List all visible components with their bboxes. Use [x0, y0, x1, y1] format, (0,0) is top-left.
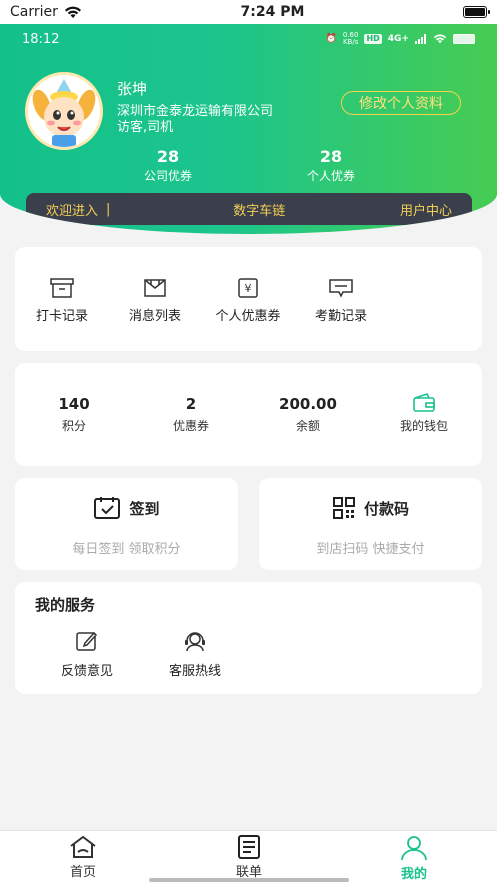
services-title: 我的服务	[35, 596, 96, 614]
android-status-icons: ⏰ 0.60 KB/s HD 4G+	[326, 32, 475, 46]
paycode-title: 付款码	[363, 499, 409, 518]
checkin-title-row: 签到	[15, 496, 238, 520]
battery-icon	[463, 6, 490, 18]
envelope-box-icon	[144, 279, 166, 297]
android-time: 18:12	[22, 31, 60, 47]
android-battery-icon	[453, 34, 475, 44]
personal-coupon-stat[interactable]: 28 个人优券	[281, 147, 381, 184]
user-role: 访客,司机	[117, 120, 174, 135]
coupons-label: 优惠券	[172, 419, 209, 433]
tab-orders[interactable]: 联单	[209, 835, 289, 880]
coupons-value: 2	[185, 395, 197, 413]
wallet-button[interactable]: 我的钱包	[374, 393, 474, 434]
services-card: 我的服务 反馈意见 客服热线	[15, 582, 482, 694]
quick-action-label: 个人优惠券	[215, 309, 281, 324]
person-icon	[401, 836, 427, 861]
net-speed: 0.60 KB/s	[342, 31, 359, 46]
qr-code-icon	[332, 497, 355, 519]
tab-label: 首页	[69, 865, 96, 880]
paycode-card[interactable]: 付款码 到店扫码 快捷支付	[259, 478, 482, 570]
service-label: 反馈意见	[60, 664, 113, 679]
carrier-label: Carrier	[10, 4, 58, 20]
hd-icon: HD	[364, 34, 382, 44]
net-type: 4G+	[387, 34, 409, 44]
cartoon-avatar-icon	[28, 75, 100, 147]
quick-action-label: 消息列表	[128, 309, 181, 324]
paycode-title-row: 付款码	[259, 496, 482, 520]
quick-actions-card: 打卡记录 消息列表 ¥ 个人优惠券 考勤记录	[15, 247, 482, 351]
android-status-bar: 18:12 ⏰ 0.60 KB/s HD 4G+	[0, 24, 497, 54]
user-center-text: 用户中心	[399, 203, 452, 219]
company-coupon-label: 公司优券	[143, 169, 192, 183]
edit-icon	[76, 631, 98, 651]
checkin-title: 签到	[129, 499, 160, 518]
welcome-text: 欢迎进入	[46, 203, 99, 219]
quick-action-attendance[interactable]: 考勤记录	[296, 277, 386, 324]
quick-action-messages[interactable]: 消息列表	[110, 277, 200, 324]
balance-stat[interactable]: 200.00 余额	[258, 395, 358, 434]
tab-home[interactable]: 首页	[43, 835, 123, 880]
alarm-icon: ⏰	[325, 34, 337, 44]
quick-action-personal-coupons[interactable]: ¥ 个人优惠券	[203, 277, 293, 324]
paycode-subtitle: 到店扫码 快捷支付	[316, 542, 425, 557]
tab-label: 我的	[400, 867, 427, 882]
headset-icon	[185, 632, 205, 652]
quick-action-label: 打卡记录	[35, 309, 88, 324]
brand-text: 数字车链	[233, 203, 286, 219]
checkin-card[interactable]: 签到 每日签到 领取积分	[15, 478, 238, 570]
coupons-stat[interactable]: 2 优惠券	[141, 395, 241, 434]
bottom-tab-bar: 首页 联单 我的	[0, 830, 497, 883]
android-wifi-icon	[433, 34, 447, 44]
service-label: 客服热线	[168, 664, 221, 679]
balance-value: 200.00	[279, 395, 337, 413]
calendar-check-icon	[94, 497, 121, 519]
ios-status-left: Carrier	[10, 4, 82, 20]
document-icon	[238, 835, 260, 859]
assets-card: 140 积分 2 优惠券 200.00 余额 我的钱包	[15, 363, 482, 466]
quick-action-label: 考勤记录	[314, 309, 367, 324]
ios-status-bar: Carrier 7:24 PM	[0, 0, 497, 24]
message-icon	[329, 279, 353, 298]
ios-time: 7:24 PM	[240, 4, 305, 20]
balance-label: 余额	[295, 419, 320, 433]
company-coupon-stat[interactable]: 28 公司优券	[118, 147, 218, 184]
company-coupon-count: 28	[156, 147, 180, 166]
edit-profile-button[interactable]: 修改个人资料	[341, 91, 461, 115]
home-icon	[70, 835, 96, 858]
welcome-bar[interactable]: 欢迎进入 | 数字车链 用户中心	[26, 193, 472, 225]
signal-icon	[415, 34, 426, 44]
service-feedback[interactable]: 反馈意见	[42, 630, 132, 679]
coupon-icon: ¥	[238, 278, 258, 298]
personal-coupon-label: 个人优券	[306, 169, 355, 183]
home-indicator	[149, 878, 349, 882]
points-label: 积分	[61, 419, 86, 433]
profile-header: 18:12 ⏰ 0.60 KB/s HD 4G+ 张坤 深圳市金泰龙运输有限公司…	[0, 24, 497, 234]
wallet-icon	[413, 393, 435, 412]
avatar[interactable]	[25, 72, 103, 150]
welcome-separator: |	[106, 201, 111, 217]
tab-mine[interactable]: 我的	[374, 835, 454, 882]
archive-box-icon	[50, 278, 74, 298]
service-hotline[interactable]: 客服热线	[150, 630, 240, 679]
svg-text:¥: ¥	[245, 282, 252, 295]
quick-action-checkin-records[interactable]: 打卡记录	[17, 277, 107, 324]
points-value: 140	[58, 395, 90, 413]
wifi-icon	[64, 6, 81, 18]
personal-coupon-count: 28	[319, 147, 343, 166]
wallet-label: 我的钱包	[399, 419, 448, 433]
user-name: 张坤	[117, 80, 148, 98]
checkin-subtitle: 每日签到 领取积分	[72, 542, 181, 557]
points-stat[interactable]: 140 积分	[24, 395, 124, 434]
